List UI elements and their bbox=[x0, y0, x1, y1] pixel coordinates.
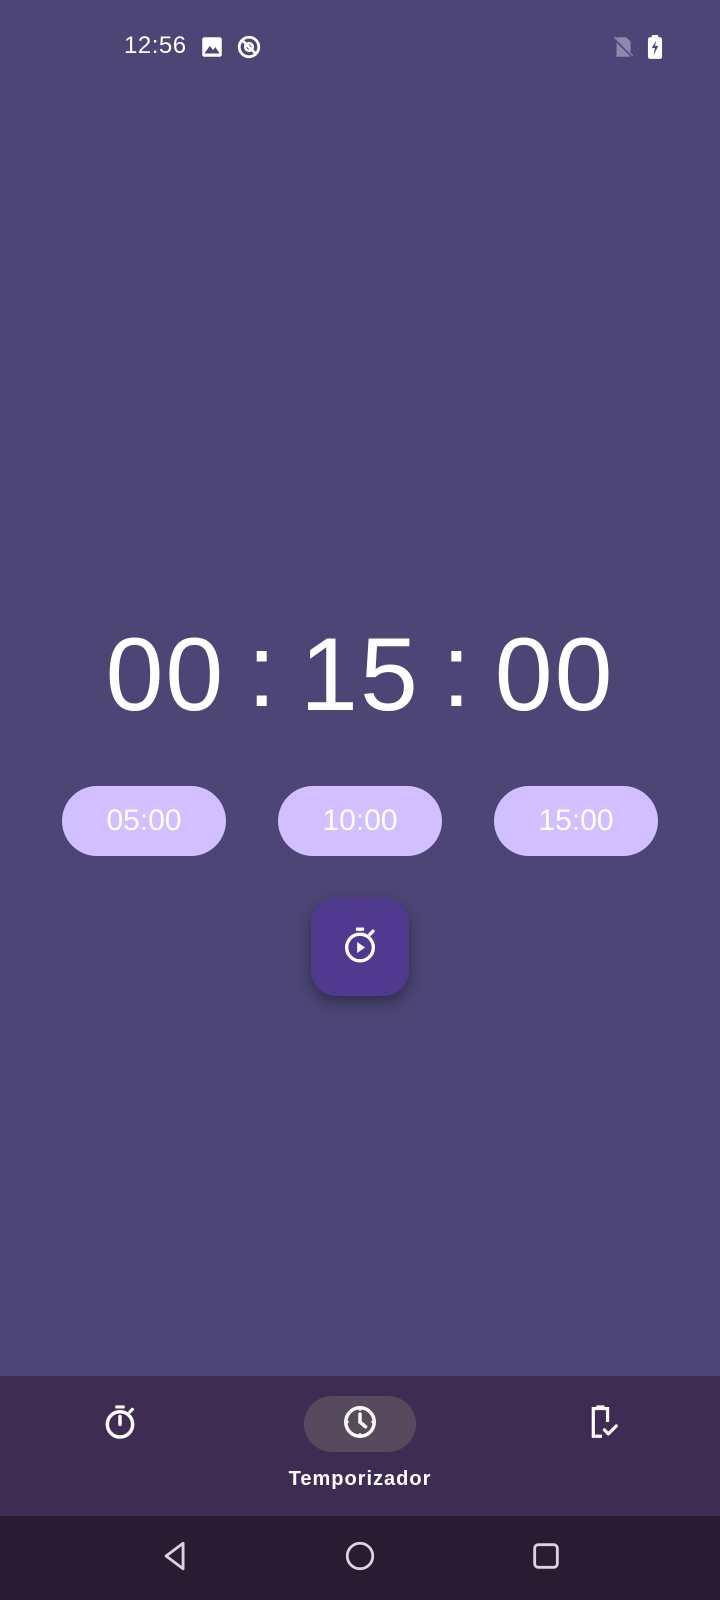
preset-10-min-button[interactable]: 10:00 bbox=[278, 786, 442, 856]
status-bar: 12:56 bbox=[0, 0, 720, 96]
preset-5-min-button[interactable]: 05:00 bbox=[62, 786, 226, 856]
home-button[interactable] bbox=[338, 1536, 382, 1580]
timer-display: 00 : 15 : 00 bbox=[0, 610, 720, 740]
back-button[interactable] bbox=[154, 1536, 198, 1580]
recents-button[interactable] bbox=[524, 1536, 568, 1580]
battery-check-icon bbox=[583, 1403, 621, 1446]
nav-item-stopwatch[interactable] bbox=[20, 1376, 220, 1516]
stopwatch-icon bbox=[101, 1403, 139, 1446]
start-timer-button[interactable] bbox=[311, 898, 409, 996]
nav-item-timer[interactable]: Temporizador bbox=[260, 1376, 460, 1516]
status-time: 12:56 bbox=[124, 32, 187, 59]
nav-item-battery[interactable] bbox=[502, 1376, 702, 1516]
nav-label-temporizador: Temporizador bbox=[288, 1468, 432, 1490]
timer-screen: 12:56 00: 15: 00 05:00 10:00 15:00 Tem… bbox=[0, 0, 720, 1600]
clock-timer-icon bbox=[341, 1403, 379, 1446]
system-navigation-bar bbox=[0, 1516, 720, 1600]
timer-hours: 00 bbox=[105, 616, 226, 733]
timer-minutes: 15 bbox=[300, 616, 420, 733]
bottom-navigation: Temporizador bbox=[0, 1376, 720, 1516]
nav-pill-active bbox=[304, 1396, 416, 1452]
nav-pill bbox=[546, 1396, 658, 1452]
preset-15-min-button[interactable]: 15:00 bbox=[494, 786, 658, 856]
timer-separator: : bbox=[441, 612, 473, 729]
nav-pill bbox=[64, 1396, 176, 1452]
do-not-disturb-icon bbox=[236, 34, 262, 60]
timer-separator: : bbox=[247, 612, 279, 729]
image-icon bbox=[199, 34, 225, 60]
no-sim-icon bbox=[610, 34, 636, 60]
home-icon bbox=[343, 1539, 377, 1578]
back-icon bbox=[159, 1539, 193, 1578]
timer-seconds: 00 bbox=[494, 616, 615, 733]
timer-play-icon bbox=[340, 925, 380, 970]
recents-icon bbox=[529, 1539, 563, 1578]
battery-charging-icon bbox=[642, 34, 668, 60]
